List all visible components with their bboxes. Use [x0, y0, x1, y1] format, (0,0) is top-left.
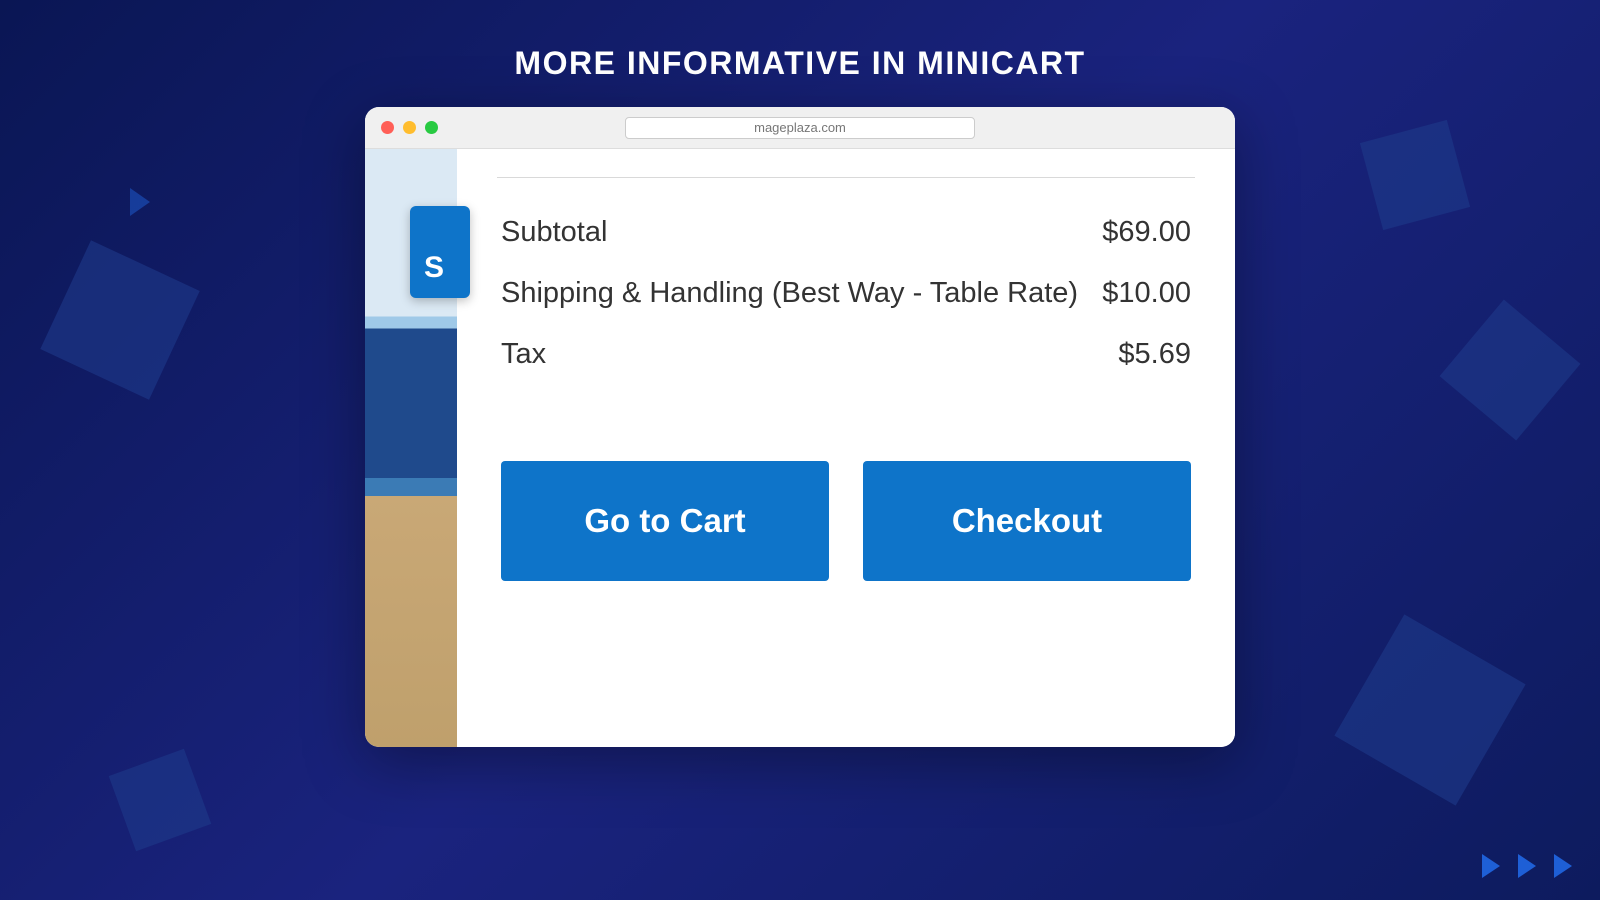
page-left-sliver: S [365, 149, 457, 747]
divider [497, 177, 1195, 178]
play-right-icon[interactable] [1518, 854, 1536, 878]
tax-label: Tax [501, 338, 546, 371]
close-window-icon[interactable] [381, 121, 394, 134]
slide-heading: MORE INFORMATIVE IN MINICART [0, 0, 1600, 82]
bg-cube-decor [1360, 120, 1470, 230]
tax-value: $5.69 [1118, 338, 1191, 371]
subtotal-value: $69.00 [1102, 216, 1191, 249]
partial-button[interactable]: S [410, 206, 470, 298]
subtotal-line: Subtotal $69.00 [497, 216, 1195, 249]
minicart-panel: Subtotal $69.00 Shipping & Handling (Bes… [457, 149, 1235, 747]
play-right-icon[interactable] [1554, 854, 1572, 878]
subtotal-label: Subtotal [501, 216, 607, 249]
url-text: mageplaza.com [754, 120, 846, 135]
traffic-lights [381, 121, 438, 134]
bg-cube-decor [40, 240, 199, 399]
url-bar[interactable]: mageplaza.com [625, 117, 975, 139]
bg-cube-decor [1440, 300, 1581, 441]
bg-cube-decor [109, 749, 212, 852]
browser-window: mageplaza.com S Subtotal $69.00 Shipping… [365, 107, 1235, 747]
nav-arrows [1482, 854, 1572, 878]
chevron-right-icon [130, 188, 150, 216]
checkout-button[interactable]: Checkout [863, 461, 1191, 581]
play-right-icon[interactable] [1482, 854, 1500, 878]
browser-chrome: mageplaza.com [365, 107, 1235, 149]
go-to-cart-button[interactable]: Go to Cart [501, 461, 829, 581]
shipping-value: $10.00 [1102, 277, 1191, 310]
minimize-window-icon[interactable] [403, 121, 416, 134]
minicart-actions: Go to Cart Checkout [497, 461, 1195, 581]
shipping-line: Shipping & Handling (Best Way - Table Ra… [497, 277, 1195, 310]
browser-body: S Subtotal $69.00 Shipping & Handling (B… [365, 149, 1235, 747]
maximize-window-icon[interactable] [425, 121, 438, 134]
bg-cube-decor [1334, 614, 1525, 805]
shipping-label: Shipping & Handling (Best Way - Table Ra… [501, 277, 1078, 310]
tax-line: Tax $5.69 [497, 338, 1195, 371]
